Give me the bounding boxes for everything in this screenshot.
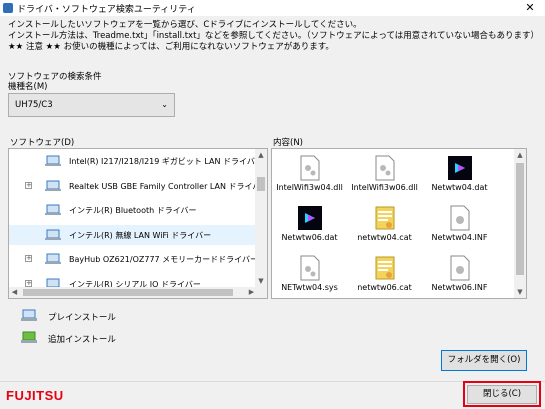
close-button-highlight-frame — [463, 381, 541, 407]
additional-install-legend-label: 追加インストール — [48, 335, 116, 345]
additional-install-laptop-icon — [21, 331, 37, 343]
model-select-value: UH75/C3 — [15, 100, 53, 110]
scroll-thumb[interactable] — [516, 163, 524, 275]
file-item[interactable]: Netwtw06.dat — [272, 201, 347, 249]
file-name: Netwtw06.INF — [431, 283, 488, 292]
file-name: NETwtw04.sys — [281, 283, 338, 292]
software-tree-item[interactable]: インテル(R) Bluetooth ドライバー — [9, 200, 256, 220]
expand-icon[interactable]: + — [25, 280, 32, 287]
file-name: netwtw06.cat — [357, 283, 412, 292]
file-name: Netwtw04.dat — [431, 183, 488, 192]
software-tree-item-label: Intel(R) I217/I218/I219 ギガビット LAN ドライバー — [69, 157, 263, 166]
file-item[interactable]: NETwtw04.sys — [272, 251, 347, 298]
dat-file-icon — [298, 206, 322, 230]
software-tree-item-label: BayHub OZ621/OZ777 メモリーカードドライバー — [69, 255, 259, 264]
preinstall-laptop-icon — [21, 309, 37, 321]
open-folder-button[interactable]: フォルダを開く(O) — [441, 350, 527, 371]
dll-file-icon — [375, 155, 395, 181]
file-item[interactable]: IntelWifi3w06.dll — [347, 151, 422, 199]
file-name: Netwtw04.INF — [431, 233, 488, 242]
inf-file-icon — [450, 255, 470, 281]
software-label: ソフトウェア(D) — [10, 138, 75, 148]
close-window-button[interactable]: ✕ — [519, 0, 541, 16]
software-tree-item[interactable]: + Realtek USB GBE Family Controller LAN ド… — [9, 176, 260, 196]
model-name-label: 機種名(M) — [8, 82, 48, 92]
dll-file-icon — [300, 155, 320, 181]
laptop-icon — [45, 180, 61, 191]
title-bar: ドライバ・ソフトウェア検索ユーティリティ ✕ — [0, 0, 545, 16]
software-tree-item-label: Realtek USB GBE Family Controller LAN ドラ… — [69, 182, 261, 191]
file-name: IntelWifi3w04.dll — [276, 183, 343, 192]
contents-label: 内容(N) — [273, 138, 303, 148]
utility-window: ドライバ・ソフトウェア検索ユーティリティ ✕ インストールしたいソフトウェアを一… — [0, 0, 545, 409]
scroll-left-arrow-icon[interactable]: ◀ — [9, 287, 20, 298]
notice-line-3: ★★ 注意 ★★ お使いの機種によっては、ご利用になれないソフトウェアがあります… — [8, 42, 334, 52]
software-tree-hscrollbar[interactable]: ◀ ▶ — [9, 287, 257, 298]
dat-file-icon — [448, 156, 472, 180]
file-item[interactable]: Netwtw04.INF — [422, 201, 497, 249]
laptop-icon — [45, 155, 61, 166]
file-item[interactable]: IntelWifi3w04.dll — [272, 151, 347, 199]
file-item[interactable]: Netwtw04.dat — [422, 151, 497, 199]
file-name: IntelWifi3w06.dll — [351, 183, 418, 192]
software-tree-vscrollbar[interactable]: ▲ ▼ — [255, 149, 267, 298]
software-tree-item-label: インテル(R) 無線 LAN WiFi ドライバー — [69, 231, 212, 240]
chevron-down-icon: ⌄ — [161, 100, 168, 109]
scroll-right-arrow-icon[interactable]: ▶ — [246, 287, 257, 298]
inf-file-icon — [450, 205, 470, 231]
file-name: Netwtw06.dat — [281, 233, 338, 242]
hscroll-thumb[interactable] — [23, 289, 233, 296]
file-item[interactable]: netwtw04.cat — [347, 201, 422, 249]
software-tree-item-label: インテル(R) Bluetooth ドライバー — [69, 206, 197, 215]
scroll-down-arrow-icon[interactable]: ▼ — [514, 286, 526, 298]
model-select[interactable]: UH75/C3 ⌄ — [8, 93, 175, 117]
file-item[interactable]: netwtw06.cat — [347, 251, 422, 298]
software-tree-item[interactable]: インテル(R) 無線 LAN WiFi ドライバー — [9, 225, 256, 245]
notice-line-1: インストールしたいソフトウェアを一覧から選び、Cドライブにインストールしてくださ… — [8, 20, 362, 30]
laptop-icon — [45, 204, 61, 215]
contents-panel[interactable]: IntelWifi3w04.dll IntelWifi3w06.dll Netwtw… — [271, 148, 527, 299]
scroll-thumb[interactable] — [257, 177, 265, 191]
app-icon — [3, 3, 13, 13]
file-name: netwtw04.cat — [357, 233, 412, 242]
laptop-icon — [45, 253, 61, 264]
contents-vscrollbar[interactable]: ▲ ▼ — [514, 149, 526, 298]
cat-file-icon — [375, 206, 395, 230]
notice-line-2: インストール方法は、Treadme.txt」「install.txt」などを参照… — [8, 31, 540, 41]
sys-file-icon — [300, 255, 320, 281]
scroll-up-arrow-icon[interactable]: ▲ — [514, 149, 526, 161]
software-tree[interactable]: Intel(R) I217/I218/I219 ギガビット LAN ドライバー +… — [8, 148, 268, 299]
expand-icon[interactable]: + — [25, 182, 32, 189]
scroll-up-arrow-icon[interactable]: ▲ — [255, 149, 267, 161]
expand-icon[interactable]: + — [25, 255, 32, 262]
software-tree-item[interactable]: + BayHub OZ621/OZ777 メモリーカードドライバー — [9, 249, 259, 269]
cat-file-icon — [375, 256, 395, 280]
laptop-icon — [45, 229, 61, 240]
preinstall-legend-label: プレインストール — [48, 313, 116, 323]
window-title: ドライバ・ソフトウェア検索ユーティリティ — [17, 5, 196, 15]
software-tree-item[interactable]: Intel(R) I217/I218/I219 ギガビット LAN ドライバー — [9, 151, 263, 171]
file-item[interactable]: Netwtw06.INF — [422, 251, 497, 298]
fujitsu-logo: FUJITSU — [6, 388, 64, 403]
scroll-down-arrow-icon[interactable]: ▼ — [255, 275, 267, 287]
